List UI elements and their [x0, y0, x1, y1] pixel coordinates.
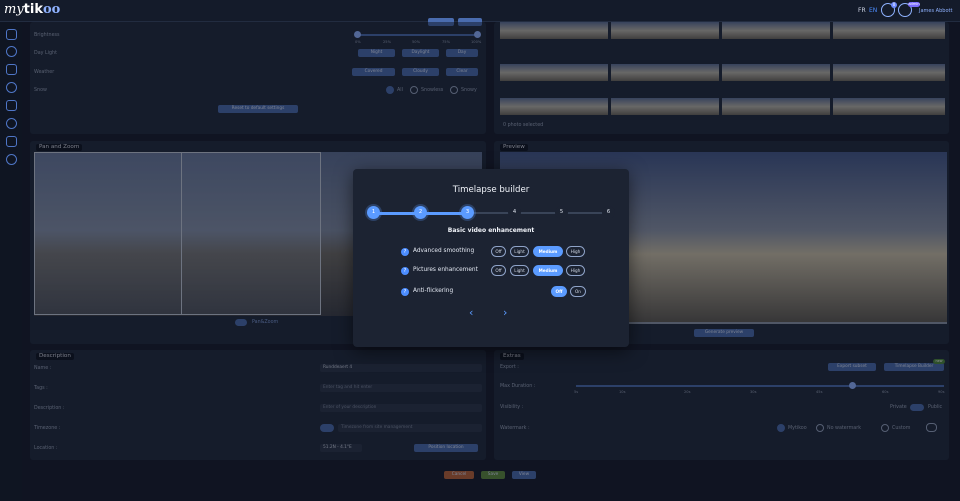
- help-icon[interactable]: ?: [401, 267, 409, 275]
- pictures-enhancement-off[interactable]: Off: [491, 265, 506, 276]
- step-1[interactable]: 1: [367, 206, 380, 219]
- app: mytikoo FR EN 0 admin James Abbott Brigh…: [0, 0, 960, 501]
- anti-flickering-label: Anti-flickering: [413, 288, 454, 294]
- step-6[interactable]: 6: [602, 206, 615, 219]
- sidebar-home-icon[interactable]: [6, 29, 17, 40]
- help-icon[interactable]: ?: [401, 288, 409, 296]
- mytikoo-logo[interactable]: mytikoo: [4, 2, 60, 17]
- lang-fr[interactable]: FR: [858, 7, 866, 14]
- sidebar-globe-icon[interactable]: [6, 46, 17, 57]
- step-5[interactable]: 5: [555, 206, 568, 219]
- advanced-smoothing-medium[interactable]: Medium: [533, 246, 563, 257]
- help-icon[interactable]: ?: [401, 248, 409, 256]
- chevron-left-icon[interactable]: ‹: [469, 307, 473, 318]
- advanced-smoothing-label: Advanced smoothing: [413, 248, 475, 254]
- sidebar-map-icon[interactable]: [6, 118, 17, 129]
- sidebar: [0, 22, 22, 501]
- step-2[interactable]: 2: [414, 206, 427, 219]
- user-name[interactable]: James Abbott: [919, 8, 952, 14]
- pictures-enhancement-light[interactable]: Light: [510, 265, 529, 276]
- pictures-enhancement-label: Pictures enhancement: [413, 267, 478, 273]
- sidebar-camera-icon[interactable]: [6, 64, 17, 75]
- sidebar-cart-icon[interactable]: [6, 136, 17, 147]
- chevron-right-icon[interactable]: ›: [503, 307, 507, 318]
- timelapse-builder-modal: Timelapse builder 1 2 3 4 5 6 Basic vide…: [353, 169, 629, 347]
- advanced-smoothing-off[interactable]: Off: [491, 246, 506, 257]
- anti-flickering-off[interactable]: Off: [551, 286, 567, 297]
- pictures-enhancement-medium[interactable]: Medium: [533, 265, 563, 276]
- sidebar-gallery-icon[interactable]: [6, 82, 17, 93]
- step-subtitle: Basic video enhancement: [447, 227, 535, 234]
- anti-flickering-on[interactable]: On: [570, 286, 586, 297]
- step-4[interactable]: 4: [508, 206, 521, 219]
- advanced-smoothing-high[interactable]: High: [566, 246, 585, 257]
- step-3[interactable]: 3: [461, 206, 474, 219]
- sidebar-users-icon[interactable]: [6, 154, 17, 165]
- pictures-enhancement-high[interactable]: High: [566, 265, 585, 276]
- modal-title: Timelapse builder: [452, 185, 530, 195]
- lang-en[interactable]: EN: [869, 7, 877, 14]
- notification-badge: 0: [891, 2, 897, 8]
- sidebar-video-icon[interactable]: [6, 100, 17, 111]
- admin-badge: admin: [908, 2, 920, 7]
- advanced-smoothing-light[interactable]: Light: [510, 246, 529, 257]
